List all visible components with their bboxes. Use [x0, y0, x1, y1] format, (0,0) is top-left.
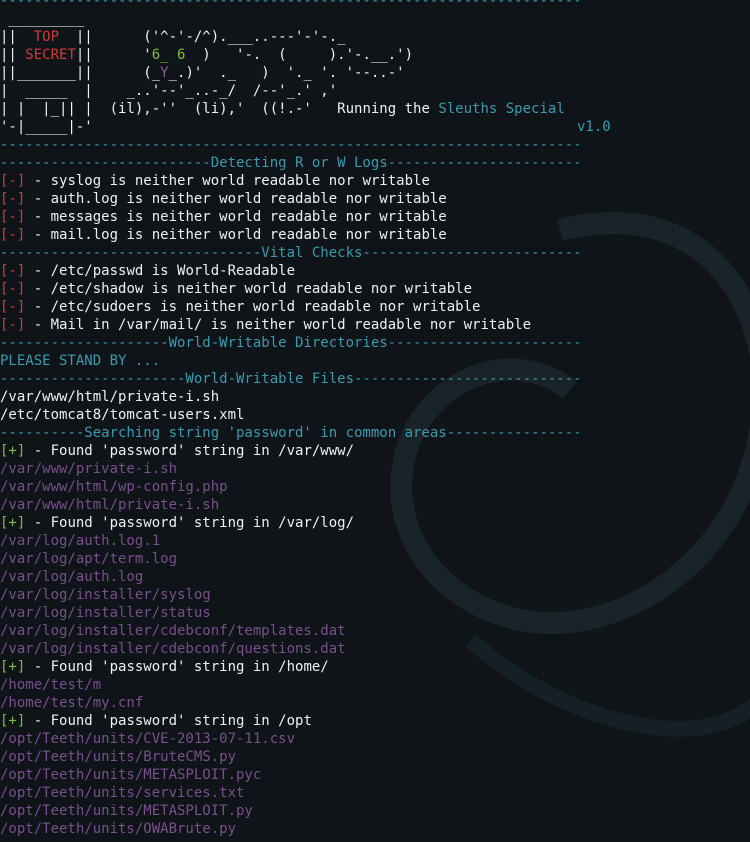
matched-file-path: /var/log/auth.log: [0, 569, 144, 585]
top-secret-label: SECRET: [25, 47, 76, 63]
check-result-line: [-] - messages is neither world readable…: [0, 208, 750, 226]
matched-file-path: /var/log/installer/syslog: [0, 587, 211, 603]
fail-tag: [-]: [0, 227, 26, 243]
banner-rule: ----------------------------------------…: [0, 0, 582, 9]
found-tag: [+]: [0, 713, 26, 729]
matched-file-path: /opt/Teeth/units/OWABrute.py: [0, 821, 237, 837]
found-tag: [+]: [0, 659, 26, 675]
found-string-line: [+] - Found 'password' string in /var/lo…: [0, 514, 750, 532]
matched-file-path: /var/log/auth.log.1: [0, 533, 161, 549]
found-tag: [+]: [0, 443, 26, 459]
banner-art-line: | _____ | _..'--'_..-_/ /--'_.' ,': [0, 83, 338, 99]
result-text: - messages is neither world readable nor…: [25, 209, 447, 225]
check-result-line: [-] - /etc/sudoers is neither world read…: [0, 298, 750, 316]
found-string-line: [+] - Found 'password' string in /opt: [0, 712, 750, 730]
matched-file-path: /var/log/installer/cdebconf/templates.da…: [0, 623, 346, 639]
check-result-line: [-] - /etc/shadow is neither world reada…: [0, 280, 750, 298]
found-text: - Found 'password' string in /opt: [25, 713, 312, 729]
section-header-world-writable-files: ----------------------World-Writable Fil…: [0, 371, 582, 387]
fail-tag: [-]: [0, 281, 26, 297]
matched-file-path: /var/www/html/private-i.sh: [0, 497, 220, 513]
result-text: - syslog is neither world readable nor w…: [25, 173, 430, 189]
found-tag: [+]: [0, 515, 26, 531]
matched-file-path: /var/log/apt/term.log: [0, 551, 178, 567]
matched-file-path: /var/www/html/wp-config.php: [0, 479, 228, 495]
status-text: PLEASE STAND BY ...: [0, 353, 161, 369]
found-text: - Found 'password' string in /var/www/: [25, 443, 355, 459]
result-text: - /etc/passwd is World-Readable: [25, 263, 296, 279]
banner-art-line: '-|_____|-' v1.0: [0, 119, 611, 135]
found-string-line: [+] - Found 'password' string in /home/: [0, 658, 750, 676]
matched-file-path: /opt/Teeth/units/CVE-2013-07-11.csv: [0, 731, 296, 747]
banner-art-line: _________: [0, 11, 85, 27]
found-string-line: [+] - Found 'password' string in /var/ww…: [0, 442, 750, 460]
result-text: - auth.log is neither world readable nor…: [25, 191, 447, 207]
matched-file-path: /var/www/private-i.sh: [0, 461, 178, 477]
check-result-line: [-] - /etc/passwd is World-Readable: [0, 262, 750, 280]
banner-rule: ----------------------------------------…: [0, 137, 582, 153]
terminal-output: ----------------------------------------…: [0, 0, 750, 838]
banner-art-line: ||_______|| (_Y_.)' ._ ) '._ '. '--..-': [0, 65, 405, 81]
result-text: - Mail in /var/mail/ is neither world re…: [25, 317, 532, 333]
section-header-logs: -------------------------Detecting R or …: [0, 155, 582, 171]
check-result-line: [-] - mail.log is neither world readable…: [0, 226, 750, 244]
top-secret-label: TOP: [33, 29, 60, 45]
matched-file-path: /var/log/installer/status: [0, 605, 211, 621]
fail-tag: [-]: [0, 299, 26, 315]
found-text: - Found 'password' string in /var/log/: [25, 515, 355, 531]
section-header-world-writable-dirs: --------------------World-Writable Direc…: [0, 335, 582, 351]
tool-name: Sleuths Special: [438, 101, 565, 117]
result-text: - /etc/sudoers is neither world readable…: [25, 299, 481, 315]
result-text: - mail.log is neither world readable nor…: [25, 227, 447, 243]
fail-tag: [-]: [0, 317, 26, 333]
result-text: - /etc/shadow is neither world readable …: [25, 281, 473, 297]
banner-art-line: || TOP || ('^-'-/^).___..---'-'-._: [0, 29, 346, 45]
banner-tagline: Running the: [337, 101, 439, 117]
matched-file-path: /var/log/installer/cdebconf/questions.da…: [0, 641, 346, 657]
matched-file-path: /opt/Teeth/units/BruteCMS.py: [0, 749, 237, 765]
matched-file-path: /opt/Teeth/units/METASPLOIT.pyc: [0, 767, 262, 783]
check-result-line: [-] - Mail in /var/mail/ is neither worl…: [0, 316, 750, 334]
check-result-line: [-] - syslog is neither world readable n…: [0, 172, 750, 190]
fail-tag: [-]: [0, 191, 26, 207]
matched-file-path: /home/test/my.cnf: [0, 695, 144, 711]
check-result-line: [-] - auth.log is neither world readable…: [0, 190, 750, 208]
tool-version: v1.0: [577, 119, 611, 135]
matched-file-path: /opt/Teeth/units/METASPLOIT.py: [0, 803, 253, 819]
banner-art-line: | | |_|| | (il),-'' (li),' ((!.-' Runnin…: [0, 101, 565, 117]
section-header-password-search: ----------Searching string 'password' in…: [0, 425, 582, 441]
banner-art-line: || SECRET|| '6_ 6 ) '-. ( ).'-.__.'): [0, 47, 414, 63]
section-header-vital: -------------------------------Vital Che…: [0, 245, 582, 261]
world-writable-file: /var/www/html/private-i.sh: [0, 389, 220, 405]
fail-tag: [-]: [0, 173, 26, 189]
found-text: - Found 'password' string in /home/: [25, 659, 329, 675]
matched-file-path: /home/test/m: [0, 677, 102, 693]
world-writable-file: /etc/tomcat8/tomcat-users.xml: [0, 407, 245, 423]
fail-tag: [-]: [0, 209, 26, 225]
fail-tag: [-]: [0, 263, 26, 279]
matched-file-path: /opt/Teeth/units/services.txt: [0, 785, 245, 801]
